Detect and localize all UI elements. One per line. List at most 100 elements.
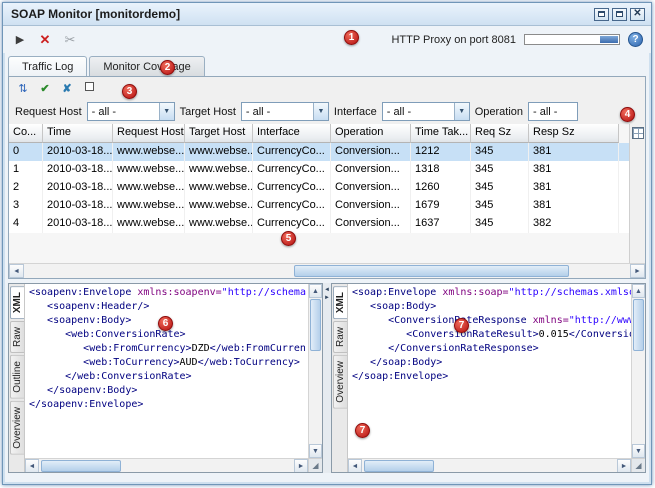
table-cell[interactable]: CurrencyCo... [253, 215, 331, 233]
request-host-select[interactable]: - all - ▼ [86, 102, 175, 121]
table-row[interactable]: 1 2010-03-18... www.webse... www.webse... Cu… [9, 161, 645, 179]
table-cell[interactable]: 2010-03-18... [43, 161, 113, 179]
help-icon[interactable]: ? [628, 32, 643, 47]
close-window-icon[interactable]: ✕ [630, 7, 645, 21]
table-cell[interactable]: Conversion... [331, 161, 411, 179]
column-header[interactable]: Time Tak... [411, 124, 471, 143]
table-cell[interactable]: 382 [529, 215, 619, 233]
collapse-right-icon[interactable]: ► [324, 295, 330, 301]
interface-select[interactable]: - all - ▼ [381, 102, 470, 121]
options-icon[interactable]: ⇅ [15, 82, 31, 95]
chevron-down-icon[interactable]: ▼ [453, 103, 469, 120]
scroll-up-icon[interactable]: ▲ [309, 284, 322, 298]
column-header[interactable]: Co... [9, 124, 43, 143]
table-cell[interactable]: CurrencyCo... [253, 179, 331, 197]
table-cell[interactable]: 345 [471, 161, 529, 179]
table-cell[interactable]: 381 [529, 143, 619, 161]
column-chooser-icon[interactable] [631, 127, 644, 139]
table-row[interactable]: 2 2010-03-18... www.webse... www.webse... Cu… [9, 179, 645, 197]
table-cell[interactable]: www.webse... [113, 197, 185, 215]
stop-monitor-icon[interactable]: ✕ [36, 32, 54, 48]
scrollbar-thumb[interactable] [633, 299, 644, 351]
table-cell[interactable]: CurrencyCo... [253, 143, 331, 161]
panel-tab-raw[interactable]: Raw [332, 321, 347, 354]
table-row[interactable]: 3 2010-03-18... www.webse... www.webse... Cu… [9, 197, 645, 215]
scroll-down-icon[interactable]: ▼ [632, 444, 645, 458]
request-horizontal-scrollbar[interactable]: ◄ ► [25, 458, 308, 472]
chevron-down-icon[interactable]: ▼ [158, 103, 174, 120]
table-cell[interactable]: 4 [9, 215, 43, 233]
request-vertical-scrollbar[interactable]: ▲ ▼ [308, 284, 322, 458]
table-cell[interactable]: 0 [9, 143, 43, 161]
operation-select[interactable]: - all - [528, 102, 579, 121]
table-cell[interactable]: www.webse... [185, 215, 253, 233]
table-cell[interactable]: 345 [471, 143, 529, 161]
scrollbar-thumb[interactable] [294, 265, 569, 277]
panel-tab-overview[interactable]: Overview [332, 355, 347, 409]
scroll-right-icon[interactable]: ► [294, 459, 308, 472]
table-cell[interactable]: 381 [529, 161, 619, 179]
scroll-left-icon[interactable]: ◄ [9, 264, 24, 278]
table-row[interactable]: 4 2010-03-18... www.webse... www.webse... Cu… [9, 215, 645, 233]
table-cell[interactable]: 2010-03-18... [43, 197, 113, 215]
column-header[interactable]: Target Host [185, 124, 253, 143]
scrollbar-thumb[interactable] [364, 460, 434, 472]
panel-tab-outline[interactable]: Outline [9, 355, 24, 399]
tab-traffic-log[interactable]: Traffic Log [8, 56, 88, 76]
table-cell[interactable]: Conversion... [331, 143, 411, 161]
start-monitor-icon[interactable]: ▶ [11, 33, 29, 46]
table-cell[interactable]: CurrencyCo... [253, 161, 331, 179]
scroll-right-icon[interactable]: ► [617, 459, 631, 472]
table-cell[interactable]: 1 [9, 161, 43, 179]
table-cell[interactable]: 1260 [411, 179, 471, 197]
scroll-right-icon[interactable]: ► [630, 264, 645, 278]
table-cell[interactable]: 1318 [411, 161, 471, 179]
chevron-down-icon[interactable]: ▼ [312, 103, 328, 120]
scrollbar-thumb[interactable] [310, 299, 321, 351]
table-cell[interactable]: www.webse... [185, 179, 253, 197]
scroll-up-icon[interactable]: ▲ [632, 284, 645, 298]
table-cell[interactable]: 2010-03-18... [43, 143, 113, 161]
table-cell[interactable]: 1679 [411, 197, 471, 215]
tab-monitor-coverage[interactable]: Monitor Coverage [89, 56, 205, 76]
table-cell[interactable]: 2010-03-18... [43, 215, 113, 233]
clear-log-icon[interactable]: ✘ [59, 82, 75, 95]
table-cell[interactable]: www.webse... [185, 161, 253, 179]
column-header[interactable]: Operation [331, 124, 411, 143]
response-xml-view[interactable]: <soap:Envelope xmlns:soap="http://schema… [348, 284, 631, 458]
column-header[interactable]: Time [43, 124, 113, 143]
table-cell[interactable]: Conversion... [331, 215, 411, 233]
panel-tab-xml[interactable]: XML [332, 286, 347, 320]
table-cell[interactable]: 2 [9, 179, 43, 197]
response-horizontal-scrollbar[interactable]: ◄ ► [348, 458, 631, 472]
response-vertical-scrollbar[interactable]: ▲ ▼ [631, 284, 645, 458]
split-divider[interactable]: ◄ ► [323, 283, 331, 473]
scrollbar-thumb[interactable] [41, 460, 121, 472]
table-cell[interactable]: www.webse... [113, 161, 185, 179]
scroll-left-icon[interactable]: ◄ [25, 459, 39, 472]
table-cell[interactable]: Conversion... [331, 179, 411, 197]
table-cell[interactable]: 2010-03-18... [43, 179, 113, 197]
table-cell[interactable]: www.webse... [113, 143, 185, 161]
table-cell[interactable]: CurrencyCo... [253, 197, 331, 215]
panel-tab-overview[interactable]: Overview [9, 400, 24, 455]
column-header[interactable]: Req Sz [471, 124, 529, 143]
float-window-icon[interactable] [594, 7, 609, 21]
panel-tab-raw[interactable]: Raw [9, 321, 24, 354]
table-cell[interactable]: www.webse... [113, 179, 185, 197]
table-cell[interactable]: 345 [471, 179, 529, 197]
table-cell[interactable]: 1637 [411, 215, 471, 233]
table-cell[interactable]: www.webse... [113, 215, 185, 233]
table-row[interactable]: 0 2010-03-18... www.webse... www.webse... Cu… [9, 143, 645, 161]
collapse-left-icon[interactable]: ◄ [324, 287, 330, 293]
table-cell[interactable]: 1212 [411, 143, 471, 161]
table-cell[interactable]: 345 [471, 215, 529, 233]
table-cell[interactable]: 381 [529, 197, 619, 215]
stop-capture-icon[interactable] [81, 82, 97, 94]
table-horizontal-scrollbar[interactable]: ◄ ► [9, 263, 645, 278]
target-host-select[interactable]: - all - ▼ [240, 102, 329, 121]
column-header[interactable]: Interface [253, 124, 331, 143]
table-cell[interactable]: www.webse... [185, 197, 253, 215]
column-header[interactable]: Request Host [113, 124, 185, 143]
scroll-left-icon[interactable]: ◄ [348, 459, 362, 472]
